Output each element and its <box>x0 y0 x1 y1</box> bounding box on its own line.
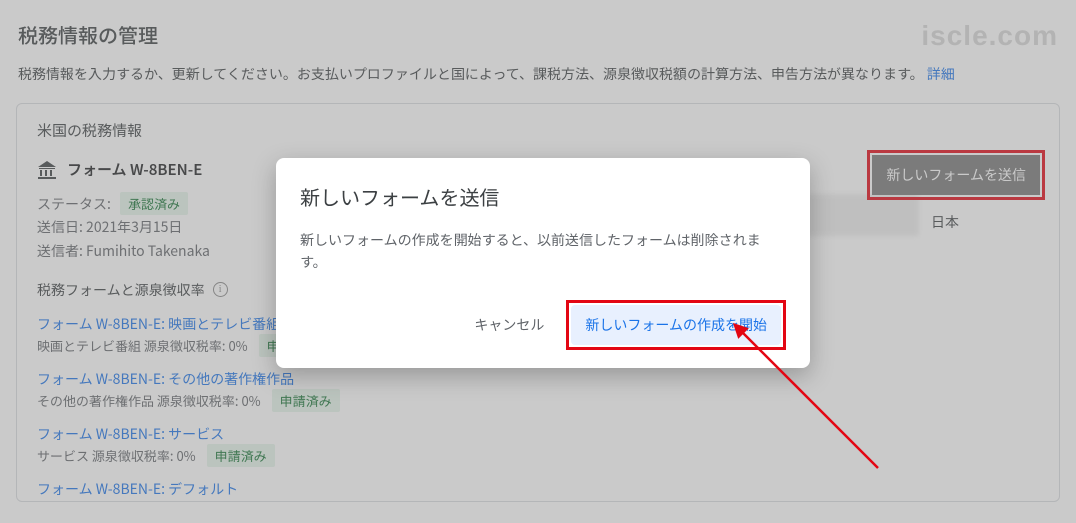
modal-dialog: 新しいフォームを送信 新しいフォームの作成を開始すると、以前送信したフォームは削… <box>276 158 810 368</box>
modal-body: 新しいフォームの作成を開始すると、以前送信したフォームは削除されます。 <box>300 229 786 274</box>
confirm-button[interactable]: 新しいフォームの作成を開始 <box>571 305 781 345</box>
cancel-button[interactable]: キャンセル <box>464 307 554 343</box>
confirm-button-highlight: 新しいフォームの作成を開始 <box>566 300 786 350</box>
modal-title: 新しいフォームを送信 <box>300 182 786 211</box>
modal-actions: キャンセル 新しいフォームの作成を開始 <box>300 300 786 350</box>
